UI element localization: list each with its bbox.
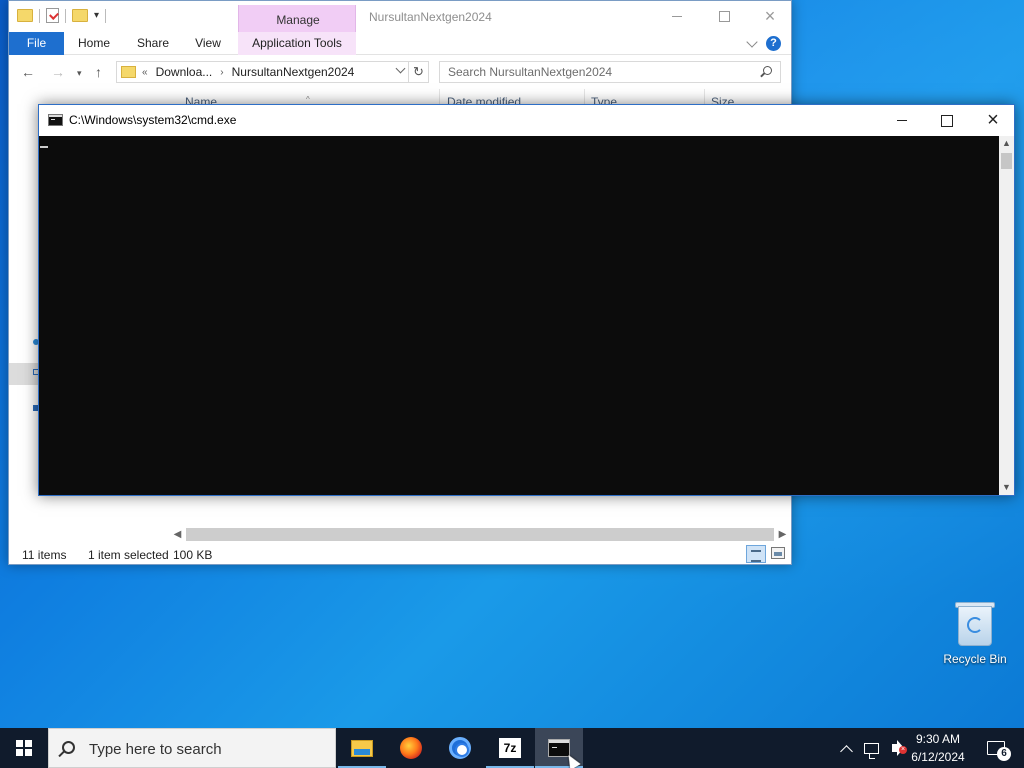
show-hidden-icons-button[interactable] bbox=[836, 728, 856, 768]
search-placeholder: Search NursultanNextgen2024 bbox=[448, 65, 613, 79]
taskbar-search-placeholder: Type here to search bbox=[89, 741, 222, 758]
text-cursor bbox=[40, 146, 48, 148]
back-arrow-icon[interactable]: ← bbox=[21, 64, 35, 80]
breadcrumb-downloads[interactable]: Downloa... bbox=[156, 65, 213, 79]
taskbar-7zip[interactable]: 7z bbox=[486, 728, 534, 768]
tab-application-tools[interactable]: Application Tools bbox=[238, 32, 356, 55]
status-bar: 11 items 1 item selected 100 KB bbox=[9, 541, 791, 565]
close-button[interactable]: × bbox=[747, 1, 793, 32]
volume-muted-icon bbox=[892, 744, 898, 752]
cmd-window[interactable]: C:\Windows\system32\cmd.exe × ▲ ▼ bbox=[38, 104, 1015, 496]
search-icon bbox=[62, 741, 75, 754]
breadcrumb-current-folder[interactable]: NursultanNextgen2024 bbox=[232, 65, 355, 79]
tab-view[interactable]: View bbox=[187, 32, 229, 55]
divider bbox=[65, 8, 66, 23]
taskbar: Type here to search 7z × 9:30 AM 6/12/20… bbox=[0, 728, 1024, 768]
window-title: NursultanNextgen2024 bbox=[369, 10, 492, 24]
notification-count: 6 bbox=[997, 747, 1011, 761]
network-icon bbox=[863, 742, 879, 759]
start-button[interactable] bbox=[0, 728, 48, 768]
recycle-bin-shortcut[interactable]: Recycle Bin bbox=[938, 600, 1012, 672]
cmd-titlebar[interactable]: C:\Windows\system32\cmd.exe × bbox=[39, 105, 1014, 136]
taskbar-search-box[interactable]: Type here to search bbox=[48, 728, 336, 768]
navigation-bar: ← → ▾ ↑ « Downloa... › NursultanNextgen2… bbox=[9, 56, 791, 89]
recycle-bin-label: Recycle Bin bbox=[943, 652, 1007, 666]
details-view-icon[interactable] bbox=[746, 545, 766, 563]
selection-size: 100 KB bbox=[173, 548, 213, 562]
scroll-thumb[interactable] bbox=[186, 528, 774, 541]
properties-icon[interactable] bbox=[46, 8, 59, 23]
7zip-icon: 7z bbox=[499, 738, 521, 758]
minimize-button[interactable] bbox=[654, 1, 700, 32]
refresh-icon[interactable]: ↻ bbox=[408, 62, 428, 82]
manage-label: Manage bbox=[276, 13, 320, 27]
cmd-icon bbox=[548, 739, 570, 757]
help-icon[interactable]: ? bbox=[766, 36, 781, 51]
recent-locations-icon[interactable]: ▾ bbox=[77, 68, 82, 79]
vertical-scrollbar[interactable]: ▲ ▼ bbox=[999, 136, 1014, 495]
large-icons-view-icon[interactable] bbox=[771, 547, 785, 559]
address-bar[interactable]: « Downloa... › NursultanNextgen2024 ↻ bbox=[116, 61, 429, 83]
volume-tray-button[interactable]: × bbox=[884, 728, 907, 768]
tab-file[interactable]: File bbox=[9, 32, 64, 55]
new-folder-icon[interactable] bbox=[72, 9, 88, 22]
clock-date: 6/12/2024 bbox=[911, 750, 965, 764]
taskbar-firefox[interactable] bbox=[387, 728, 435, 768]
explorer-titlebar[interactable]: ▾ Manage NursultanNextgen2024 × bbox=[9, 1, 793, 55]
network-tray-button[interactable] bbox=[861, 728, 881, 768]
scroll-track[interactable] bbox=[186, 528, 774, 541]
item-count: 11 items bbox=[22, 548, 67, 562]
folder-icon bbox=[17, 9, 33, 22]
search-input[interactable]: Search NursultanNextgen2024 bbox=[439, 61, 781, 83]
maximize-button[interactable] bbox=[701, 1, 747, 32]
up-arrow-icon[interactable]: ↑ bbox=[95, 64, 102, 80]
cmd-icon bbox=[48, 114, 63, 126]
tab-home[interactable]: Home bbox=[71, 32, 117, 55]
search-icon bbox=[763, 66, 772, 75]
breadcrumb-overflow[interactable]: « bbox=[142, 67, 148, 78]
breadcrumb-separator[interactable]: › bbox=[220, 67, 223, 78]
sort-ascending-icon: ^ bbox=[306, 95, 310, 104]
address-dropdown-icon[interactable] bbox=[395, 63, 406, 74]
windows-logo-icon bbox=[16, 740, 32, 756]
ribbon-tabs: File Home Share View Application Tools ? bbox=[9, 32, 791, 55]
selection-count: 1 item selected bbox=[88, 548, 169, 562]
cmd-window-title: C:\Windows\system32\cmd.exe bbox=[69, 113, 237, 127]
firefox-icon bbox=[400, 737, 422, 759]
taskbar-file-explorer[interactable] bbox=[338, 728, 386, 768]
divider bbox=[105, 8, 107, 23]
expand-ribbon-icon[interactable] bbox=[746, 35, 758, 48]
divider bbox=[39, 8, 40, 23]
forward-arrow-icon[interactable]: → bbox=[51, 64, 65, 80]
minimize-button[interactable] bbox=[879, 105, 925, 136]
action-center-button[interactable]: 6 bbox=[980, 728, 1012, 768]
taskbar-clock[interactable]: 9:30 AM 6/12/2024 bbox=[906, 730, 970, 766]
recycle-symbol-icon bbox=[967, 617, 983, 633]
scroll-thumb[interactable] bbox=[1001, 153, 1012, 169]
chevron-up-icon bbox=[839, 744, 853, 758]
clock-time: 9:30 AM bbox=[915, 732, 961, 746]
file-explorer-icon bbox=[351, 739, 373, 757]
customize-toolbar-dropdown-icon[interactable]: ▾ bbox=[94, 10, 99, 21]
scroll-down-icon[interactable]: ▼ bbox=[999, 480, 1014, 495]
tab-share[interactable]: Share bbox=[131, 32, 175, 55]
folder-icon bbox=[121, 66, 136, 78]
taskbar-chrome[interactable] bbox=[436, 728, 484, 768]
scroll-up-icon[interactable]: ▲ bbox=[999, 136, 1014, 151]
chrome-icon bbox=[449, 737, 471, 759]
quick-access-toolbar: ▾ bbox=[17, 8, 107, 23]
close-button[interactable]: × bbox=[970, 105, 1016, 136]
maximize-button[interactable] bbox=[924, 105, 970, 136]
console-output[interactable] bbox=[39, 136, 999, 495]
